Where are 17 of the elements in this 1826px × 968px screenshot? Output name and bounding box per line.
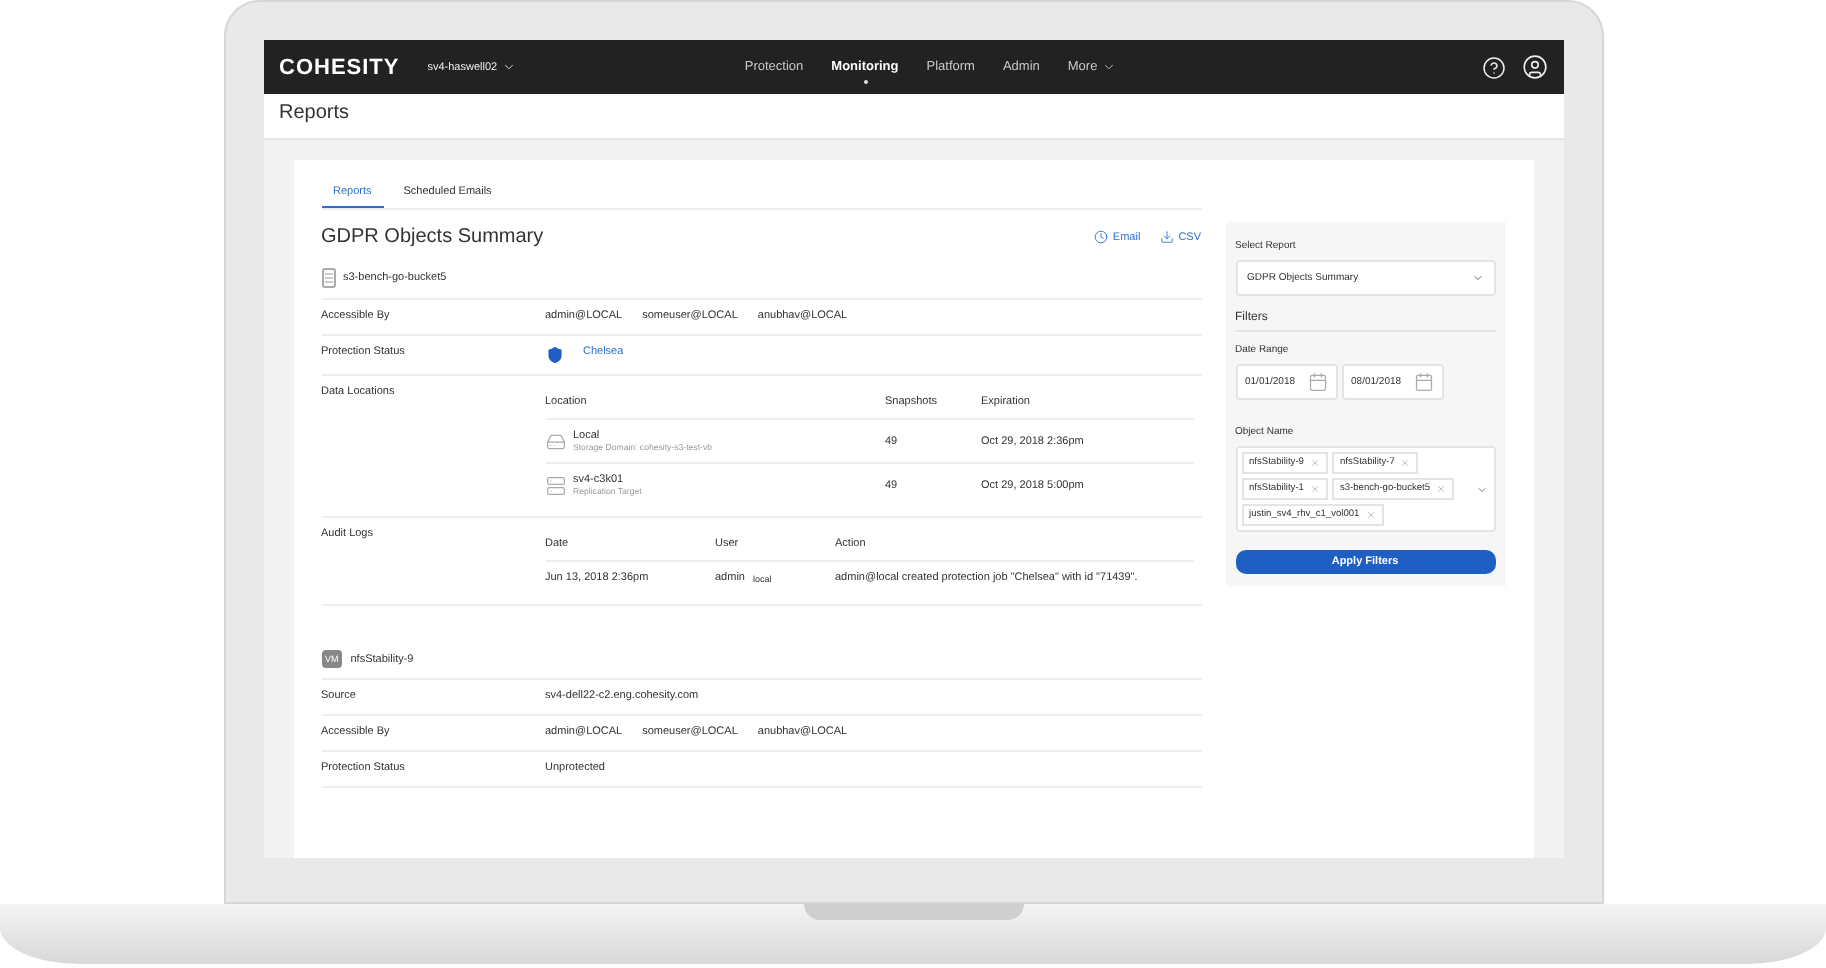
- caret-icon: [501, 60, 516, 74]
- report-title: GDPR Objects Summary: [321, 226, 544, 248]
- calendar-icon: [1413, 372, 1434, 392]
- caret-icon: [1101, 60, 1116, 74]
- caret-icon: [1471, 272, 1483, 284]
- calendar-icon: [1307, 372, 1328, 392]
- download-icon: [1160, 230, 1175, 244]
- brand-logo: COHESITY: [279, 55, 400, 79]
- drive-icon: [545, 431, 565, 451]
- page-title: Reports: [263, 94, 1563, 140]
- bucket-icon: [321, 268, 335, 288]
- user-icon[interactable]: [1521, 54, 1547, 80]
- server-icon: [545, 475, 565, 495]
- help-icon[interactable]: [1481, 55, 1505, 79]
- clock-icon: [1094, 230, 1109, 244]
- shield-icon: [545, 346, 563, 364]
- caret-icon: [1475, 484, 1487, 496]
